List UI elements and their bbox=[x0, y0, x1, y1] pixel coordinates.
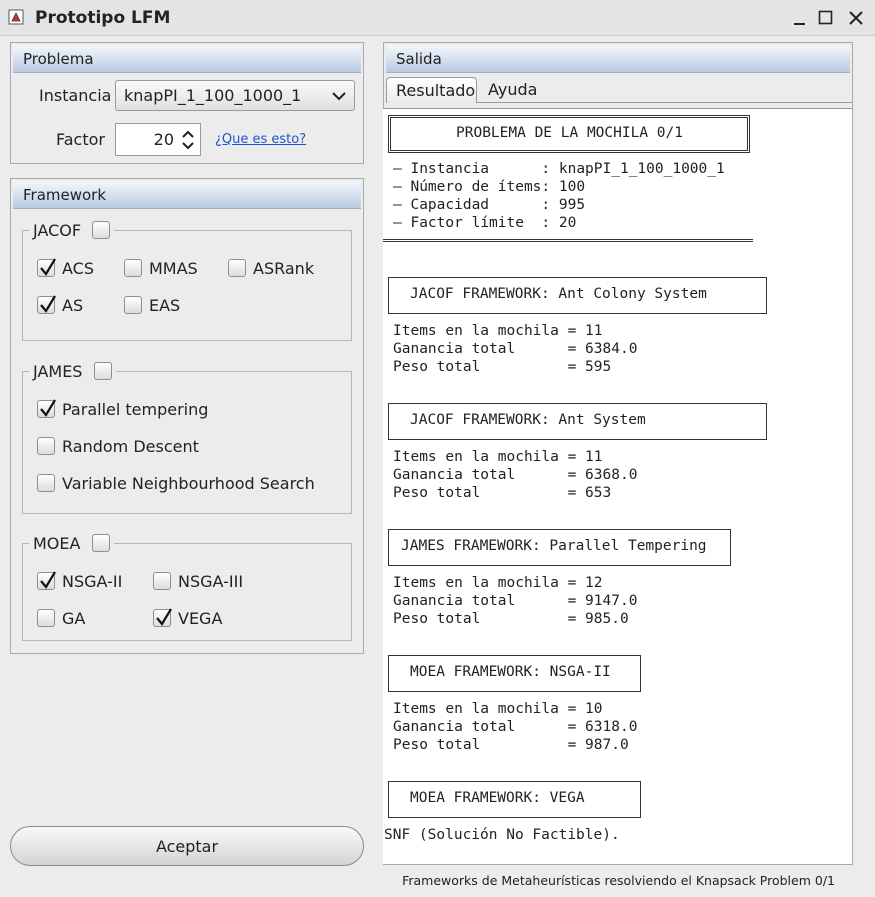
minimize-icon[interactable] bbox=[790, 8, 810, 28]
app-icon bbox=[8, 9, 24, 25]
ga-label: GA bbox=[62, 609, 86, 628]
moea-checkbox[interactable] bbox=[91, 533, 110, 552]
factor-spinner[interactable]: 20 bbox=[115, 123, 201, 156]
status-text: Frameworks de Metaheurísticas resolviend… bbox=[402, 873, 835, 888]
eas-label: EAS bbox=[149, 296, 181, 315]
result-heading: JAMES FRAMEWORK: Parallel Tempering bbox=[401, 538, 707, 554]
close-icon[interactable] bbox=[846, 8, 866, 28]
problema-title: Problema bbox=[23, 50, 94, 68]
result-line: Ganancia total = 6384.0 bbox=[393, 341, 638, 357]
result-heading: MOEA FRAMEWORK: VEGA bbox=[410, 790, 585, 806]
maximize-icon[interactable] bbox=[816, 8, 836, 28]
result-line: Items en la mochila = 10 bbox=[393, 701, 603, 717]
framework-header: Framework bbox=[13, 181, 361, 209]
parallel-tempering-label: Parallel tempering bbox=[62, 400, 209, 419]
result-line: Items en la mochila = 11 bbox=[393, 449, 603, 465]
james-checkbox[interactable] bbox=[93, 361, 112, 380]
summary-line: – Número de ítems: 100 bbox=[393, 179, 586, 195]
tab-resultado[interactable]: Resultado bbox=[386, 77, 477, 103]
instancia-value: knapPI_1_100_1000_1 bbox=[124, 86, 302, 105]
result-line: Ganancia total = 9147.0 bbox=[393, 593, 638, 609]
random-descent-checkbox[interactable] bbox=[37, 437, 55, 455]
acs-checkbox[interactable] bbox=[37, 258, 56, 277]
summary-line: – Instancia : knapPI_1_100_1000_1 bbox=[393, 161, 725, 177]
as-checkbox[interactable] bbox=[37, 295, 56, 314]
acs-label: ACS bbox=[62, 259, 94, 278]
salida-title: Salida bbox=[396, 50, 442, 68]
check-icon bbox=[40, 295, 56, 313]
eas-checkbox[interactable] bbox=[124, 296, 142, 314]
jacof-checkbox[interactable] bbox=[92, 220, 111, 239]
ga-checkbox[interactable] bbox=[37, 609, 55, 627]
result-line: Items en la mochila = 12 bbox=[393, 575, 603, 591]
main-title: PROBLEMA DE LA MOCHILA 0/1 bbox=[456, 125, 683, 141]
james-title: JAMES bbox=[29, 361, 116, 383]
james-label: JAMES bbox=[33, 362, 83, 381]
result-line: Peso total = 987.0 bbox=[393, 737, 629, 753]
result-heading: MOEA FRAMEWORK: NSGA-II bbox=[410, 664, 611, 680]
salida-header: Salida bbox=[386, 45, 850, 73]
mmas-checkbox[interactable] bbox=[124, 259, 142, 277]
result-line: SNF (Solución No Factible). bbox=[384, 827, 620, 843]
title-bar: Prototipo LFM bbox=[0, 0, 875, 36]
vns-label: Variable Neighbourhood Search bbox=[62, 474, 315, 493]
result-heading: JACOF FRAMEWORK: Ant System bbox=[410, 412, 646, 428]
result-heading: JACOF FRAMEWORK: Ant Colony System bbox=[410, 286, 707, 302]
check-icon bbox=[40, 399, 56, 417]
output-tabs: Resultado Ayuda bbox=[386, 77, 852, 103]
moea-title: MOEA bbox=[29, 533, 114, 555]
summary-line: – Capacidad : 995 bbox=[393, 197, 586, 213]
parallel-tempering-checkbox[interactable] bbox=[37, 399, 56, 418]
factor-label: Factor bbox=[56, 130, 105, 149]
result-line: Ganancia total = 6318.0 bbox=[393, 719, 638, 735]
nsga3-label: NSGA-III bbox=[178, 572, 244, 591]
summary-line: – Factor límite : 20 bbox=[393, 215, 577, 231]
window-title: Prototipo LFM bbox=[35, 8, 171, 28]
random-descent-label: Random Descent bbox=[62, 437, 199, 456]
chevron-down-icon bbox=[332, 92, 346, 101]
result-line: Peso total = 653 bbox=[393, 485, 612, 501]
factor-value: 20 bbox=[153, 130, 174, 149]
check-icon bbox=[40, 258, 56, 276]
vega-checkbox[interactable] bbox=[153, 608, 172, 627]
check-icon bbox=[156, 608, 172, 626]
moea-label: MOEA bbox=[33, 534, 81, 553]
check-icon bbox=[40, 571, 56, 589]
separator bbox=[383, 239, 753, 243]
asrank-label: ASRank bbox=[253, 259, 315, 278]
result-line: Peso total = 595 bbox=[393, 359, 612, 375]
jacof-group: JACOF bbox=[22, 220, 352, 341]
output-text-area[interactable]: PROBLEMA DE LA MOCHILA 0/1 – Instancia :… bbox=[383, 108, 852, 864]
problema-header: Problema bbox=[13, 45, 361, 73]
instancia-label: Instancia bbox=[39, 86, 112, 105]
mmas-label: MMAS bbox=[149, 259, 198, 278]
result-line: Ganancia total = 6368.0 bbox=[393, 467, 638, 483]
status-bar: Frameworks de Metaheurísticas resolviend… bbox=[0, 866, 875, 897]
help-link[interactable]: ¿Que es esto? bbox=[215, 132, 306, 147]
framework-title: Framework bbox=[23, 186, 107, 204]
asrank-checkbox[interactable] bbox=[228, 259, 246, 277]
spinner-arrows-icon[interactable] bbox=[179, 127, 197, 153]
accept-button[interactable]: Aceptar bbox=[10, 826, 364, 866]
nsga2-label: NSGA-II bbox=[62, 572, 123, 591]
jacof-title: JACOF bbox=[29, 220, 115, 242]
nsga3-checkbox[interactable] bbox=[153, 572, 171, 590]
as-label: AS bbox=[62, 296, 84, 315]
tab-ayuda[interactable]: Ayuda bbox=[479, 77, 546, 103]
result-line: Items en la mochila = 11 bbox=[393, 323, 603, 339]
result-line: Peso total = 985.0 bbox=[393, 611, 629, 627]
nsga2-checkbox[interactable] bbox=[37, 571, 56, 590]
instancia-select[interactable]: knapPI_1_100_1000_1 bbox=[115, 80, 355, 111]
jacof-label: JACOF bbox=[33, 221, 82, 240]
vns-checkbox[interactable] bbox=[37, 474, 55, 492]
vega-label: VEGA bbox=[178, 609, 223, 628]
